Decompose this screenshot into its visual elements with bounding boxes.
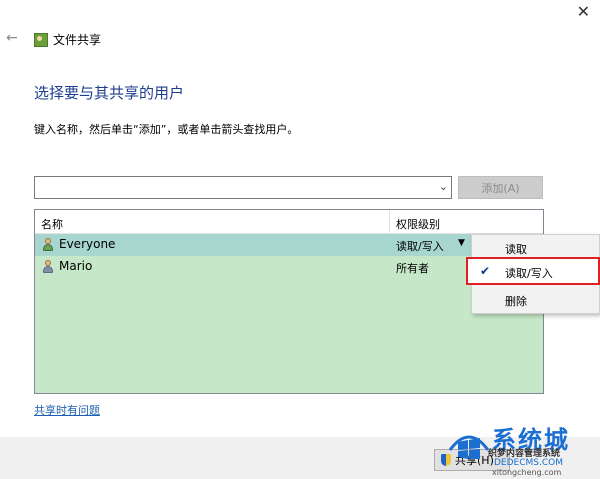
column-divider [389, 210, 390, 234]
close-icon[interactable]: ✕ [577, 2, 590, 21]
sharing-help-link[interactable]: 共享时有问题 [34, 402, 100, 418]
row-permission[interactable]: 读取/写入 [396, 238, 444, 254]
add-button[interactable]: 添加(A) [458, 176, 543, 199]
menu-item-label: 读取 [505, 243, 527, 256]
watermark-url: DEDECMS.COM [494, 458, 563, 468]
title-bar: 文件共享 [34, 31, 101, 48]
user-name-combobox[interactable]: ⌄ [34, 176, 452, 199]
chevron-down-icon[interactable]: ⌄ [439, 180, 448, 193]
windows-logo-icon [448, 435, 490, 459]
watermark: 系统城 织梦内容管理系统 DEDECMS.COM xitongcheng.com [440, 418, 600, 479]
permission-menu: 读取 ✔ 读取/写入 删除 [466, 234, 600, 314]
column-header-name[interactable]: 名称 [41, 216, 63, 232]
menu-item-read[interactable]: 读取 [472, 237, 599, 259]
column-header-permission[interactable]: 权限级别 [396, 216, 440, 232]
group-user-icon [41, 238, 55, 252]
instruction-text: 键入名称，然后单击“添加”，或者单击箭头查找用户。 [34, 123, 299, 136]
menu-item-remove[interactable]: 删除 [472, 289, 599, 311]
share-folder-icon [34, 32, 48, 47]
menu-item-label: 删除 [505, 295, 527, 308]
row-user-name: Everyone [59, 237, 116, 251]
menu-item-read-write[interactable]: ✔ 读取/写入 [466, 257, 600, 285]
user-list: 名称 权限级别 Everyone 读取/写入 ▼ Mario 所有者 [34, 209, 544, 394]
window-title: 文件共享 [53, 33, 102, 47]
page-heading: 选择要与其共享的用户 [34, 84, 185, 102]
checkmark-icon: ✔ [480, 264, 491, 278]
row-user-name: Mario [59, 259, 93, 273]
watermark-url-secondary: xitongcheng.com [492, 468, 562, 477]
menu-item-label: 读取/写入 [505, 267, 553, 280]
back-arrow-icon[interactable]: ← [6, 30, 18, 46]
row-permission: 所有者 [396, 262, 429, 275]
user-icon [41, 260, 55, 274]
caret-down-icon[interactable]: ▼ [458, 238, 465, 248]
list-header: 名称 权限级别 [35, 210, 543, 234]
list-row-everyone[interactable]: Everyone 读取/写入 ▼ [35, 234, 543, 256]
